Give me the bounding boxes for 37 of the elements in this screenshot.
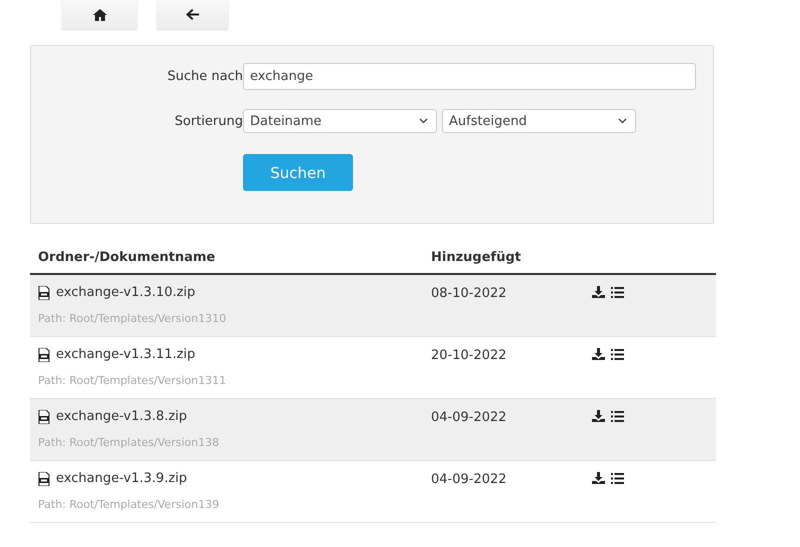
home-button[interactable] [62, 0, 137, 29]
file-name[interactable]: exchange-v1.3.9.zip [56, 471, 188, 486]
date-added: 04-09-2022 [431, 410, 507, 425]
date-added: 04-09-2022 [431, 472, 507, 487]
list-icon[interactable] [611, 472, 624, 484]
list-icon[interactable] [611, 410, 624, 422]
back-button[interactable] [157, 0, 228, 29]
file-name[interactable]: exchange-v1.3.11.zip [56, 347, 196, 362]
back-arrow-icon [186, 9, 199, 20]
sort-order-dropdown[interactable]: Aufsteigend [442, 109, 636, 133]
search-field[interactable]: exchange [243, 63, 696, 90]
zip-file-icon [38, 472, 50, 486]
file-path: Path: Root/Templates/Version1311 [38, 374, 228, 387]
download-icon[interactable] [592, 472, 605, 484]
download-icon[interactable] [592, 410, 605, 422]
file-path: Path: Root/Templates/Version138 [38, 436, 220, 449]
list-icon[interactable] [611, 286, 624, 298]
file-name[interactable]: exchange-v1.3.8.zip [56, 409, 188, 424]
column-header: Hinzugefügt [431, 250, 521, 265]
file-path: Path: Root/Templates/Version139 [38, 498, 220, 511]
file-name[interactable]: exchange-v1.3.10.zip [56, 285, 196, 300]
date-added: 20-10-2022 [431, 348, 507, 363]
download-icon[interactable] [592, 286, 605, 298]
search-label: Suche nach [166, 69, 243, 84]
home-icon [92, 8, 106, 20]
file-path: Path: Root/Templates/Version1310 [38, 312, 228, 325]
column-header: Ordner-/Dokumentname [38, 250, 216, 265]
sort-label: Sortierung [174, 114, 243, 128]
chevron-down-icon [618, 118, 627, 124]
zip-file-icon [38, 410, 50, 424]
zip-file-icon [38, 286, 50, 300]
download-icon[interactable] [592, 348, 605, 360]
chevron-down-icon [419, 118, 428, 124]
sort-field-dropdown[interactable]: Dateiname [243, 109, 437, 133]
list-icon[interactable] [611, 348, 624, 360]
zip-file-icon [38, 348, 50, 362]
date-added: 08-10-2022 [431, 286, 507, 301]
